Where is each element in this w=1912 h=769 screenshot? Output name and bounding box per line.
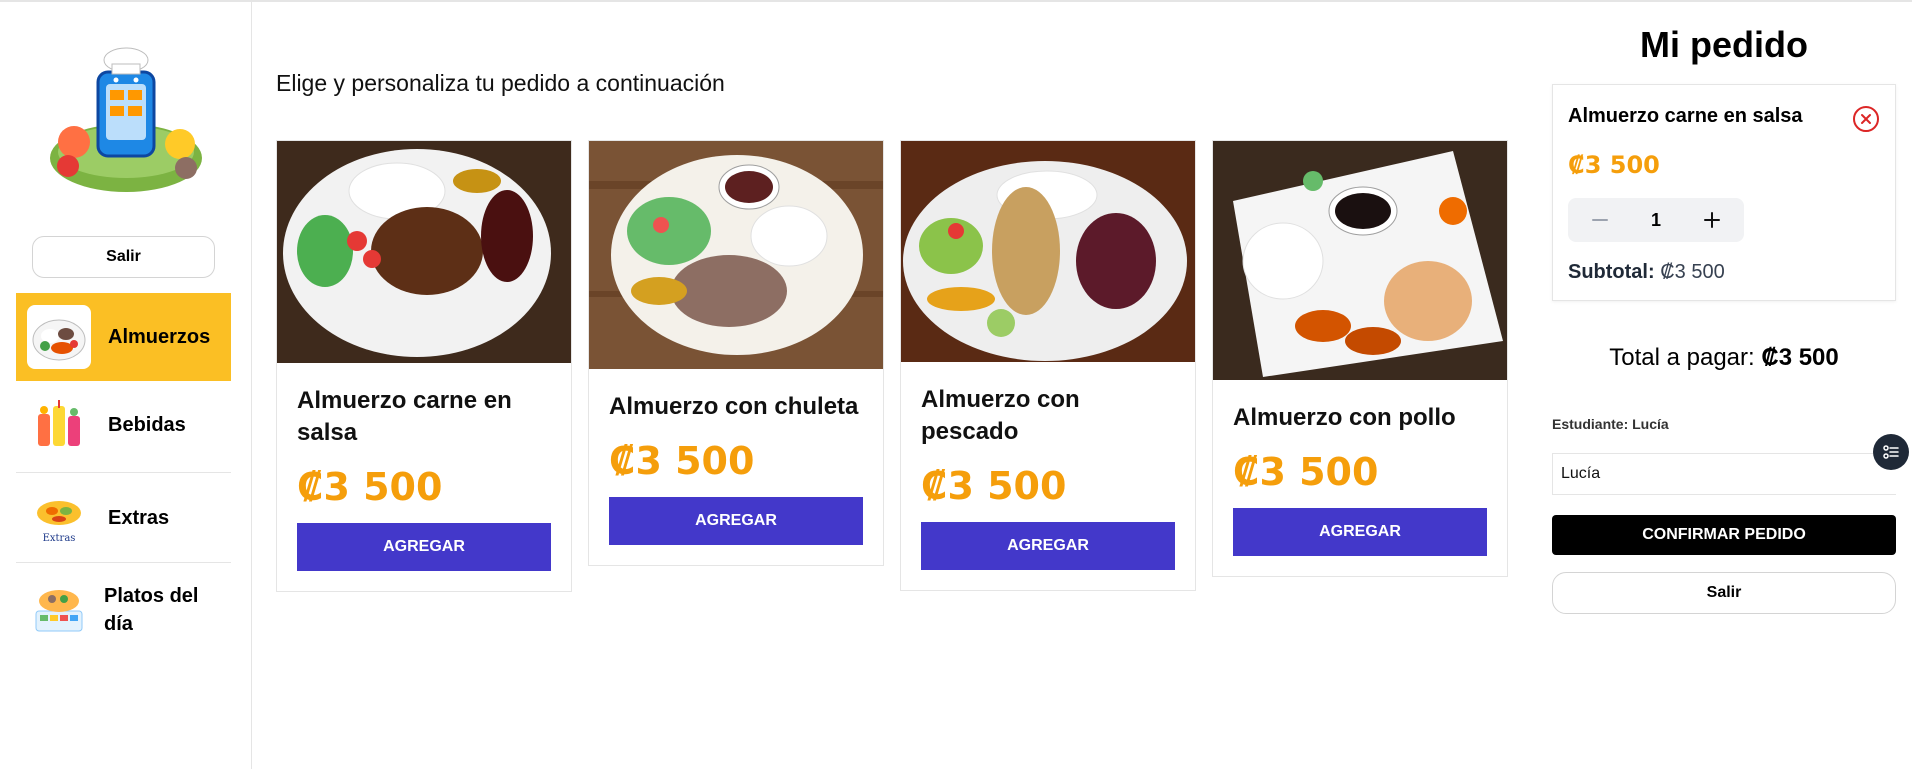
- product-title: Almuerzo con pescado: [921, 386, 1080, 445]
- category-extras[interactable]: Extras Extras: [16, 474, 231, 562]
- category-label: Almuerzos: [108, 326, 211, 348]
- divider: [16, 562, 231, 563]
- floating-menu-button[interactable]: [1873, 434, 1909, 470]
- quantity-stepper: 1: [1568, 198, 1744, 242]
- order-item-price: ₡3 500: [1568, 151, 1660, 179]
- dish-photo: [589, 141, 883, 369]
- order-title: Mi pedido: [1640, 24, 1808, 65]
- product-price: ₡3 500: [297, 465, 443, 509]
- drinks-icon: [27, 393, 91, 457]
- order-item-name: Almuerzo carne en salsa: [1568, 105, 1803, 127]
- category-label: Platos del día: [104, 585, 199, 635]
- category-bebidas[interactable]: Bebidas: [16, 381, 231, 469]
- dish-photo: [1213, 141, 1507, 380]
- order-exit-button[interactable]: Salir: [1552, 572, 1896, 614]
- dish-photo: [277, 141, 571, 363]
- minus-icon: [1592, 219, 1608, 221]
- decrement-button[interactable]: [1588, 208, 1612, 232]
- category-label: Bebidas: [108, 414, 186, 436]
- dish-photo: [901, 141, 1195, 362]
- product-title: Almuerzo con pollo: [1233, 404, 1456, 431]
- product-title: Almuerzo carne en salsa: [297, 387, 512, 446]
- product-card: Almuerzo con chuleta ₡3 500 AGREGAR: [588, 140, 884, 566]
- lunch-icon: [27, 305, 91, 369]
- confirm-order-button[interactable]: CONFIRMAR PEDIDO: [1552, 515, 1896, 555]
- subtotal: Subtotal: ₡3 500: [1568, 261, 1725, 284]
- product-card: Almuerzo con pescado ₡3 500 AGREGAR: [900, 140, 1196, 591]
- add-button[interactable]: AGREGAR: [921, 522, 1175, 570]
- product-card: Almuerzo carne en salsa ₡3 500 AGREGAR: [276, 140, 572, 592]
- subtotal-label: Subtotal:: [1568, 261, 1655, 283]
- total-value: ₡3 500: [1761, 344, 1839, 371]
- daily-dishes-icon: [27, 578, 91, 642]
- page-intro: Elige y personaliza tu pedido a continua…: [276, 70, 725, 96]
- add-button[interactable]: AGREGAR: [609, 497, 863, 545]
- divider: [16, 472, 231, 473]
- category-label: Extras: [108, 507, 170, 529]
- list-settings-icon: [1883, 445, 1899, 459]
- sidebar-exit-button[interactable]: Salir: [32, 236, 215, 278]
- product-title: Almuerzo con chuleta: [609, 393, 859, 420]
- product-card: Almuerzo con pollo ₡3 500 AGREGAR: [1212, 140, 1508, 577]
- sidebar: Salir Almuerzos Bebidas Extras Extras Pl…: [0, 2, 252, 769]
- order-total: Total a pagar: ₡3 500: [1552, 344, 1896, 372]
- product-price: ₡3 500: [609, 439, 755, 483]
- student-label: Estudiante: Lucía: [1552, 416, 1669, 432]
- quantity-value: 1: [1650, 209, 1661, 230]
- add-button[interactable]: AGREGAR: [297, 523, 551, 571]
- student-input[interactable]: [1552, 453, 1896, 495]
- category-almuerzos[interactable]: Almuerzos: [16, 293, 231, 381]
- product-price: ₡3 500: [921, 464, 1067, 508]
- product-price: ₡3 500: [1233, 450, 1379, 494]
- order-item: Almuerzo carne en salsa ₡3 500 1 Subtota…: [1552, 84, 1896, 301]
- plus-icon: [1703, 212, 1720, 228]
- increment-button[interactable]: [1700, 208, 1724, 232]
- subtotal-value: ₡3 500: [1660, 261, 1725, 283]
- add-button[interactable]: AGREGAR: [1233, 508, 1487, 556]
- total-label: Total a pagar:: [1609, 344, 1755, 371]
- remove-item-icon[interactable]: [1852, 105, 1880, 133]
- extras-thumb-caption: Extras: [43, 533, 76, 544]
- extras-icon: Extras: [27, 486, 91, 550]
- category-platos-del-dia[interactable]: Platos del día: [16, 564, 231, 656]
- app-logo: [46, 40, 206, 202]
